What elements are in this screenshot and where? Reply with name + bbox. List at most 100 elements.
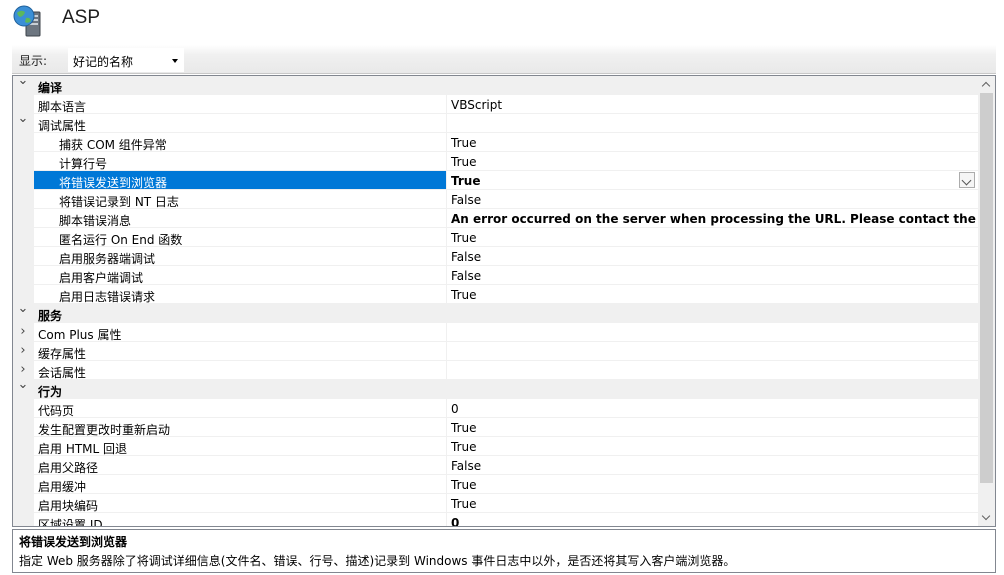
property-name-cell[interactable]: 脚本错误消息 <box>34 209 446 228</box>
category-row[interactable]: ⌄ 服务 <box>13 302 978 323</box>
property-value-cell[interactable]: True <box>446 418 978 437</box>
property-name-cell[interactable]: 启用 HTML 回退 <box>34 437 446 456</box>
property-row[interactable]: 启用日志错误请求 True <box>13 285 978 304</box>
expand-chevron-icon[interactable]: › <box>17 325 29 339</box>
property-name: 区域设置 ID <box>38 518 103 527</box>
property-row[interactable]: › 会话属性 <box>13 361 978 380</box>
property-row[interactable]: 启用父路径 False <box>13 456 978 475</box>
expand-chevron-icon[interactable]: ⌄ <box>17 76 29 88</box>
property-name: 匿名运行 On End 函数 <box>59 233 183 247</box>
property-row[interactable]: 匿名运行 On End 函数 True <box>13 228 978 247</box>
expand-chevron-icon[interactable]: › <box>17 363 29 377</box>
scroll-up-icon[interactable] <box>978 76 995 93</box>
category-row[interactable]: ⌄ 行为 <box>13 378 978 399</box>
property-name-cell[interactable]: 匿名运行 On End 函数 <box>34 228 446 247</box>
property-value-cell[interactable]: False <box>446 266 978 285</box>
property-value-cell[interactable]: 0 <box>446 513 978 527</box>
property-name-cell[interactable]: 将错误记录到 NT 日志 <box>34 190 446 209</box>
property-name: 启用客户端调试 <box>59 271 144 285</box>
property-value: True <box>451 231 477 245</box>
display-mode-dropdown[interactable]: 好记的名称 <box>68 48 184 72</box>
property-row[interactable]: 脚本语言 VBScript <box>13 95 978 114</box>
property-row[interactable]: 启用块编码 True <box>13 494 978 513</box>
property-name: 启用 HTML 回退 <box>38 442 128 456</box>
property-name-cell[interactable]: 会话属性 <box>34 361 446 380</box>
value-dropdown-button[interactable] <box>959 172 975 188</box>
property-name-cell[interactable]: 捕获 COM 组件异常 <box>34 133 446 152</box>
scroll-down-icon[interactable] <box>978 509 995 526</box>
property-value-cell[interactable] <box>446 114 978 133</box>
property-value-cell[interactable]: True <box>446 494 978 513</box>
property-name: 启用服务器端调试 <box>59 252 156 266</box>
property-name-cell[interactable]: 启用日志错误请求 <box>34 285 446 304</box>
property-row[interactable]: 将错误发送到浏览器 True <box>13 171 978 190</box>
property-name-cell[interactable]: 启用父路径 <box>34 456 446 475</box>
property-value-cell[interactable]: True <box>446 228 978 247</box>
property-name-cell[interactable]: 启用客户端调试 <box>34 266 446 285</box>
property-row[interactable]: › 缓存属性 <box>13 342 978 361</box>
expand-chevron-icon[interactable]: ⌄ <box>17 302 29 316</box>
property-name: 代码页 <box>38 404 75 418</box>
property-name-cell[interactable]: 启用缓冲 <box>34 475 446 494</box>
property-name-cell[interactable]: 区域设置 ID <box>34 513 446 527</box>
category-row[interactable]: ⌄ 编译 <box>13 76 978 95</box>
property-grid: ⌄ 编译 脚本语言 VBScript ⌄ 调试属性 捕获 COM 组件异常 True 计算行号 T… <box>12 75 996 527</box>
property-name-cell[interactable]: 调试属性 <box>34 114 446 133</box>
row-gutter <box>13 475 34 494</box>
collapse-chevron-icon[interactable]: ⌄ <box>17 112 29 126</box>
property-value-cell[interactable]: False <box>446 190 978 209</box>
property-row[interactable]: 代码页 0 <box>13 399 978 418</box>
property-value-cell[interactable]: 0 <box>446 399 978 418</box>
property-name-cell[interactable]: 代码页 <box>34 399 446 418</box>
property-name: 启用缓冲 <box>38 480 87 494</box>
property-row[interactable]: 区域设置 ID 0 <box>13 513 978 527</box>
row-gutter <box>13 418 34 437</box>
property-value-cell[interactable]: True <box>446 133 978 152</box>
property-row[interactable]: 启用服务器端调试 False <box>13 247 978 266</box>
property-value-cell[interactable]: False <box>446 247 978 266</box>
property-rows: ⌄ 编译 脚本语言 VBScript ⌄ 调试属性 捕获 COM 组件异常 True 计算行号 T… <box>13 76 978 527</box>
category-label: 编译 <box>38 81 63 95</box>
property-row[interactable]: 启用客户端调试 False <box>13 266 978 285</box>
row-gutter <box>13 190 34 209</box>
property-value-cell[interactable]: False <box>446 456 978 475</box>
property-value-cell[interactable] <box>446 323 978 342</box>
property-row[interactable]: › Com Plus 属性 <box>13 323 978 342</box>
page-title: ASP <box>62 7 101 28</box>
property-name-cell[interactable]: 启用块编码 <box>34 494 446 513</box>
property-row[interactable]: 启用 HTML 回退 True <box>13 437 978 456</box>
property-row[interactable]: 将错误记录到 NT 日志 False <box>13 190 978 209</box>
property-value-cell[interactable]: True <box>446 285 978 304</box>
property-name: 启用日志错误请求 <box>59 290 156 304</box>
property-value-cell[interactable] <box>446 361 978 380</box>
property-name-cell[interactable]: 启用服务器端调试 <box>34 247 446 266</box>
property-value-cell[interactable]: True <box>446 437 978 456</box>
property-value-cell[interactable]: True <box>446 475 978 494</box>
property-name-cell[interactable]: 计算行号 <box>34 152 446 171</box>
property-value-cell[interactable] <box>446 342 978 361</box>
property-name-cell[interactable]: 将错误发送到浏览器 <box>34 171 446 190</box>
property-value: 0 <box>451 516 460 527</box>
property-value: VBScript <box>451 98 503 112</box>
property-row[interactable]: ⌄ 调试属性 <box>13 112 978 133</box>
property-value-cell[interactable]: An error occurred on the server when pro… <box>446 209 978 228</box>
property-name-cell[interactable]: 缓存属性 <box>34 342 446 361</box>
property-row[interactable]: 发生配置更改时重新启动 True <box>13 418 978 437</box>
expand-chevron-icon[interactable]: › <box>17 344 29 358</box>
scrollbar-thumb[interactable] <box>980 93 993 483</box>
property-value-cell[interactable]: VBScript <box>446 95 978 114</box>
property-value: False <box>451 269 482 283</box>
property-value: True <box>451 174 481 188</box>
property-value-cell[interactable]: True <box>446 152 978 171</box>
property-row[interactable]: 脚本错误消息 An error occurred on the server wh… <box>13 209 978 228</box>
property-value-cell[interactable]: True <box>446 171 978 190</box>
property-row[interactable]: 捕获 COM 组件异常 True <box>13 133 978 152</box>
expand-chevron-icon[interactable]: ⌄ <box>17 378 29 392</box>
property-name-cell[interactable]: Com Plus 属性 <box>34 323 446 342</box>
property-row[interactable]: 启用缓冲 True <box>13 475 978 494</box>
vertical-scrollbar[interactable] <box>978 76 995 526</box>
property-name-cell[interactable]: 发生配置更改时重新启动 <box>34 418 446 437</box>
property-name: Com Plus 属性 <box>38 328 122 342</box>
property-name-cell[interactable]: 脚本语言 <box>34 95 446 114</box>
property-row[interactable]: 计算行号 True <box>13 152 978 171</box>
